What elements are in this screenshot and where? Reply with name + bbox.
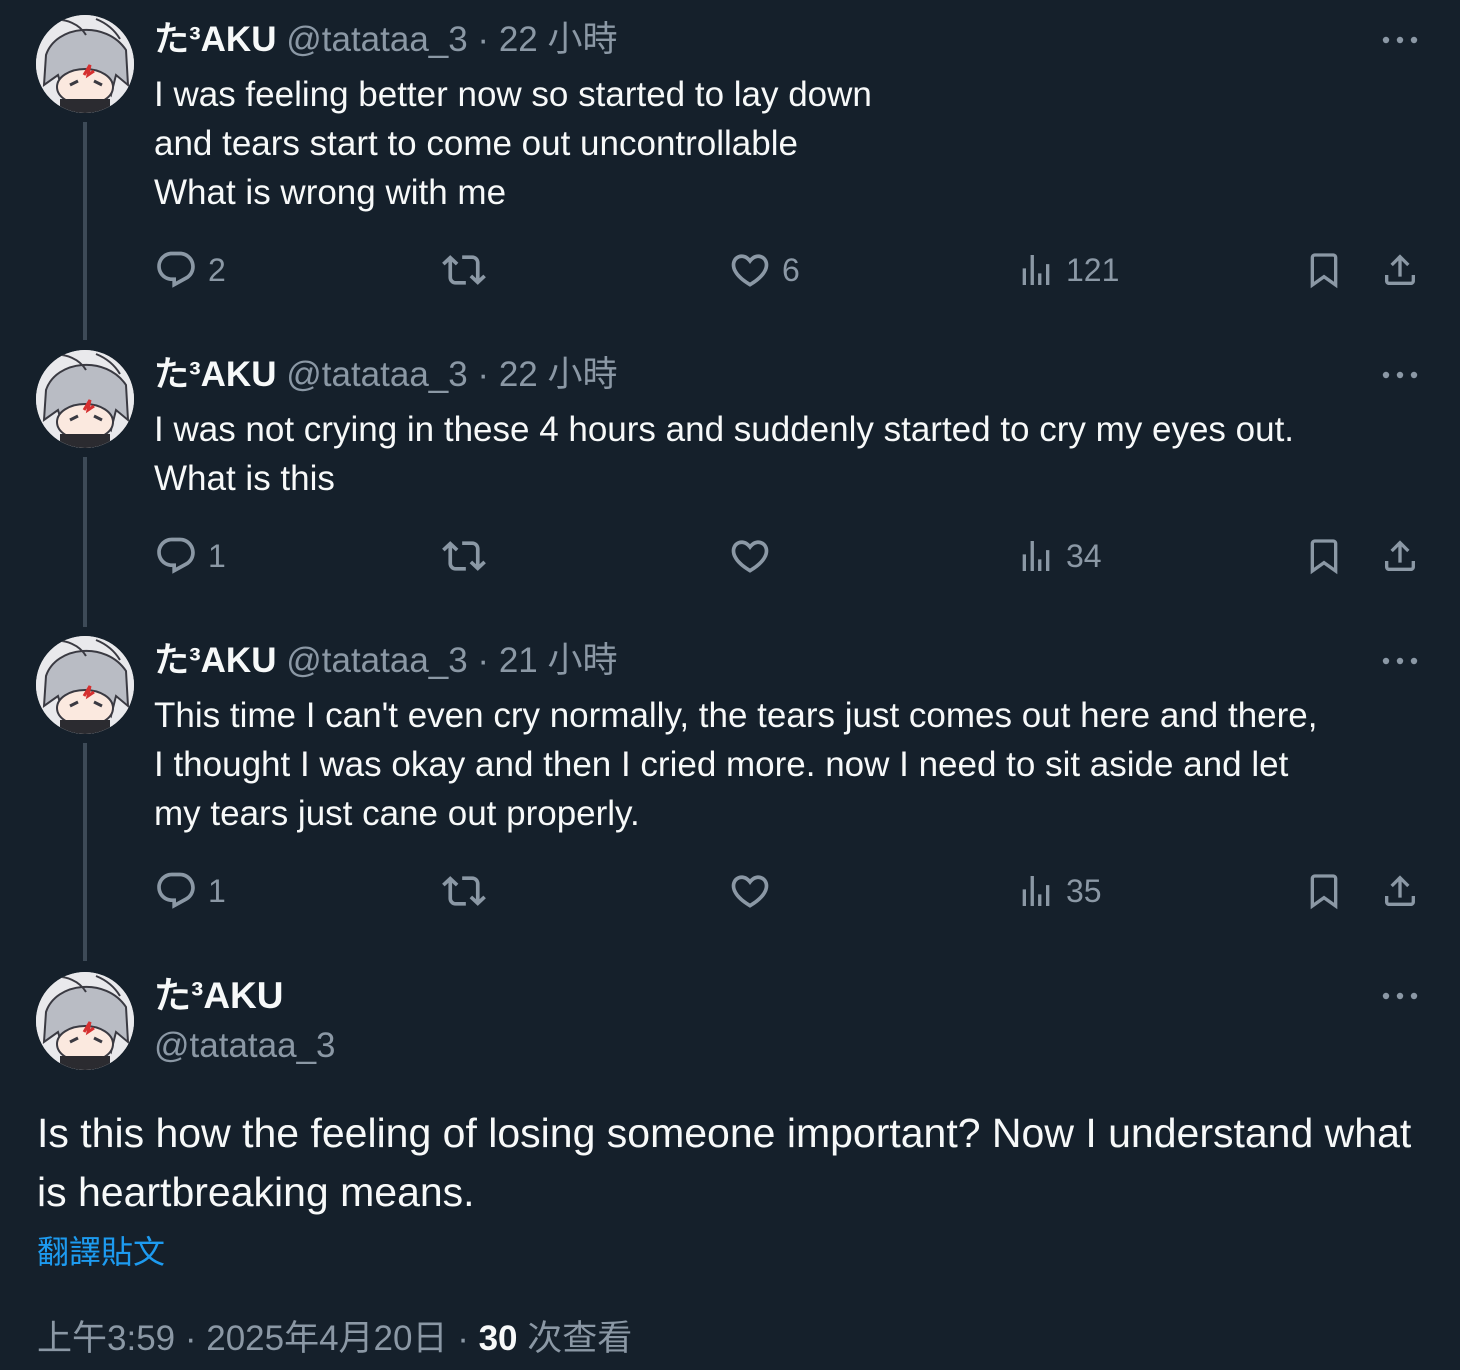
reply-count: 1: [208, 872, 226, 909]
views-button[interactable]: 121: [1016, 248, 1119, 292]
anime-avatar-icon: [36, 350, 134, 448]
tweet-header: た³AKU @tatataa_3 · 22 小時: [154, 353, 617, 397]
views-chart-icon: [1016, 534, 1056, 578]
views-button[interactable]: 34: [1016, 534, 1102, 578]
tweet-text: I was not crying in these 4 hours and su…: [154, 410, 1295, 498]
views-chart-icon: [1016, 869, 1056, 913]
handle-and-time[interactable]: @tatataa_3 · 21 小時: [286, 641, 617, 680]
share-button[interactable]: [1380, 248, 1420, 292]
bookmark-icon: [1304, 534, 1344, 578]
share-icon: [1380, 869, 1420, 913]
tweet-header: た³AKU @tatataa_3 · 21 小時: [154, 639, 617, 683]
anime-avatar-icon: [36, 15, 134, 113]
more-dots-icon: [1382, 371, 1418, 379]
reply-button[interactable]: 2: [154, 248, 226, 292]
views-count: 34: [1066, 537, 1102, 574]
reply-button[interactable]: 1: [154, 534, 226, 578]
retweet-icon: [440, 534, 488, 578]
heart-icon: [728, 869, 772, 913]
retweet-button[interactable]: [440, 248, 488, 292]
thread-connector-line: [83, 743, 87, 961]
bookmark-button[interactable]: [1304, 534, 1344, 578]
retweet-button[interactable]: [440, 869, 488, 913]
display-name[interactable]: た³AKU: [154, 973, 283, 1019]
views-count: 30: [478, 1319, 518, 1358]
views-chart-icon: [1016, 248, 1056, 292]
reply-count: 1: [208, 537, 226, 574]
share-button[interactable]: [1380, 534, 1420, 578]
thread-connector-line: [83, 122, 87, 340]
like-button[interactable]: [728, 869, 772, 913]
avatar[interactable]: [36, 972, 134, 1070]
share-icon: [1380, 248, 1420, 292]
bookmark-button[interactable]: [1304, 869, 1344, 913]
bookmark-button[interactable]: [1304, 248, 1344, 292]
reply-icon: [154, 869, 198, 913]
views-label: 次查看: [517, 1319, 633, 1358]
more-options-button[interactable]: [1380, 986, 1420, 1006]
more-dots-icon: [1382, 992, 1418, 1000]
display-name[interactable]: た³AKU: [154, 641, 276, 680]
views-count: 121: [1066, 251, 1120, 288]
translate-post-link[interactable]: 翻譯貼文: [37, 1230, 165, 1274]
views-button[interactable]: 35: [1016, 869, 1102, 913]
avatar[interactable]: [36, 636, 134, 734]
retweet-button[interactable]: [440, 534, 488, 578]
handle[interactable]: @tatataa_3: [154, 1024, 336, 1068]
anime-avatar-icon: [36, 636, 134, 734]
reply-button[interactable]: 1: [154, 869, 226, 913]
more-options-button[interactable]: [1380, 365, 1420, 385]
more-options-button[interactable]: [1380, 651, 1420, 671]
tweet-header: た³AKU @tatataa_3 · 22 小時: [154, 18, 617, 62]
like-count: 6: [782, 251, 800, 288]
avatar[interactable]: [36, 15, 134, 113]
more-dots-icon: [1382, 657, 1418, 665]
reply-icon: [154, 248, 198, 292]
thread-connector-line: [83, 457, 87, 627]
share-icon: [1380, 534, 1420, 578]
retweet-icon: [440, 248, 488, 292]
like-button[interactable]: [728, 534, 772, 578]
display-name[interactable]: た³AKU: [154, 355, 276, 394]
bookmark-icon: [1304, 248, 1344, 292]
views-count: 35: [1066, 872, 1102, 909]
handle-and-time[interactable]: @tatataa_3 · 22 小時: [286, 20, 617, 59]
main-tweet-text: Is this how the feeling of losing someon…: [37, 1110, 1412, 1215]
bookmark-icon: [1304, 869, 1344, 913]
heart-icon: [728, 248, 772, 292]
more-dots-icon: [1382, 36, 1418, 44]
avatar[interactable]: [36, 350, 134, 448]
anime-avatar-icon: [36, 972, 134, 1070]
tweet-text: I was feeling better now so started to l…: [154, 75, 872, 212]
retweet-icon: [440, 869, 488, 913]
reply-count: 2: [208, 251, 226, 288]
reply-icon: [154, 534, 198, 578]
timestamp[interactable]: 上午3:59 · 2025年4月20日 ·: [37, 1319, 479, 1358]
heart-icon: [728, 534, 772, 578]
share-button[interactable]: [1380, 869, 1420, 913]
more-options-button[interactable]: [1380, 30, 1420, 50]
tweet-actions: 2 6 121: [154, 248, 1424, 292]
tweet-actions: 1 35: [154, 869, 1424, 913]
tweet-text: This time I can't even cry normally, the…: [154, 696, 1318, 833]
like-button[interactable]: 6: [728, 248, 800, 292]
display-name[interactable]: た³AKU: [154, 20, 276, 59]
handle-and-time[interactable]: @tatataa_3 · 22 小時: [286, 355, 617, 394]
tweet-actions: 1 34: [154, 534, 1424, 578]
tweet-timestamp-views: 上午3:59 · 2025年4月20日 · 30 次查看: [37, 1316, 632, 1362]
